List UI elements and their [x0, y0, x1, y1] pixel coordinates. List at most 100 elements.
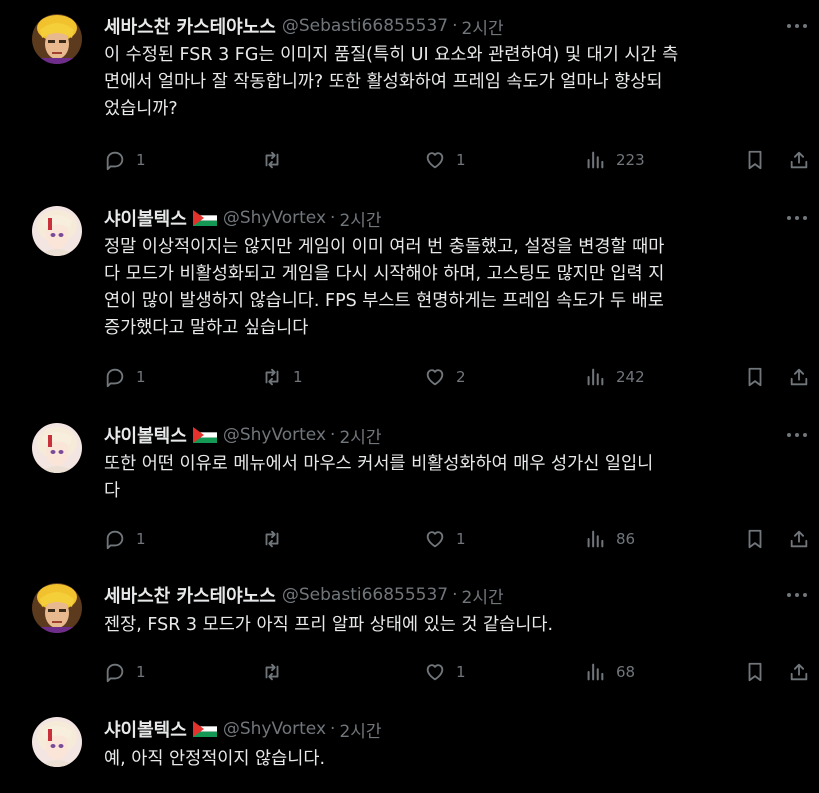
- avatar[interactable]: [32, 206, 82, 256]
- timestamp[interactable]: 2시간: [339, 423, 381, 448]
- tweet-header: 세바스찬 카스테야노스 @Sebasti66855537 · 2시간: [104, 582, 504, 608]
- bookmark-button[interactable]: [744, 365, 766, 389]
- tweet-header: 샤이볼텍스 @ShyVortex · 2시간: [104, 205, 382, 231]
- separator-dot: ·: [452, 585, 458, 605]
- view-count: 86: [616, 530, 636, 548]
- avatar[interactable]: [32, 717, 82, 767]
- share-button[interactable]: [788, 660, 810, 684]
- reply-icon: [106, 151, 124, 171]
- tweet[interactable]: 샤이볼텍스 @ShyVortex · 2시간 예, 아직 안정적이지 않습니다.: [0, 717, 819, 793]
- views-icon: [587, 530, 604, 548]
- timestamp[interactable]: 2시간: [462, 14, 504, 39]
- like-button[interactable]: 1: [424, 660, 466, 684]
- retweet-button[interactable]: 1: [261, 365, 303, 389]
- action-bar: 1 1 68: [104, 660, 809, 684]
- timestamp[interactable]: 2시간: [462, 583, 504, 608]
- views-button[interactable]: 86: [584, 527, 635, 551]
- avatar[interactable]: [32, 14, 82, 64]
- more-options-icon[interactable]: [787, 18, 807, 34]
- display-name[interactable]: 샤이볼텍스: [104, 716, 187, 742]
- reply-icon: [106, 530, 124, 550]
- reply-count: 1: [136, 151, 146, 169]
- views-icon: [587, 368, 604, 386]
- views-icon: [587, 151, 604, 169]
- user-handle[interactable]: @ShyVortex: [223, 719, 326, 739]
- share-button[interactable]: [788, 527, 810, 551]
- reply-button[interactable]: 1: [104, 527, 146, 551]
- tweet-text: 또한 어떤 이유로 메뉴에서 마우스 커서를 비활성화하여 매우 성가신 일입니…: [104, 454, 654, 501]
- bookmark-icon: [748, 529, 762, 549]
- retweet-button[interactable]: [261, 148, 293, 172]
- separator-dot: ·: [330, 425, 336, 445]
- bookmark-button[interactable]: [744, 527, 766, 551]
- retweet-icon: [265, 368, 279, 386]
- tweet-text: 이 수정된 FSR 3 FG는 이미지 품질(특히 UI 요소와 관련하여) 및…: [104, 45, 679, 119]
- reply-button[interactable]: 1: [104, 365, 146, 389]
- timestamp[interactable]: 2시간: [339, 206, 381, 231]
- retweet-button[interactable]: [261, 660, 293, 684]
- heart-icon: [426, 664, 444, 681]
- tweet-header: 샤이볼텍스 @ShyVortex · 2시간: [104, 716, 382, 742]
- action-bar: 1 1 2 242: [104, 365, 809, 389]
- view-count: 68: [616, 663, 636, 681]
- user-handle[interactable]: @ShyVortex: [223, 208, 326, 228]
- tweet-header: 샤이볼텍스 @ShyVortex · 2시간: [104, 422, 382, 448]
- reply-count: 1: [136, 530, 146, 548]
- more-options-icon[interactable]: [787, 427, 807, 443]
- share-icon: [790, 368, 808, 386]
- timestamp[interactable]: 2시간: [339, 717, 381, 742]
- like-count: 1: [456, 530, 466, 548]
- user-handle[interactable]: @ShyVortex: [223, 425, 326, 445]
- more-options-icon[interactable]: [787, 210, 807, 226]
- shyvortex-avatar-icon: [32, 206, 82, 256]
- like-count: 2: [456, 368, 466, 386]
- like-button[interactable]: 2: [424, 365, 466, 389]
- view-count: 223: [616, 151, 645, 169]
- like-button[interactable]: 1: [424, 527, 466, 551]
- tweet[interactable]: 샤이볼텍스 @ShyVortex · 2시간 또한 어떤 이유로 메뉴에서 마우…: [0, 423, 819, 563]
- retweet-button[interactable]: [261, 527, 293, 551]
- bookmark-button[interactable]: [744, 148, 766, 172]
- retweet-icon: [265, 663, 279, 681]
- reply-count: 1: [136, 663, 146, 681]
- tweet[interactable]: 세바스찬 카스테야노스 @Sebasti66855537 · 2시간 젠장, F…: [0, 583, 819, 693]
- like-count: 1: [456, 663, 466, 681]
- like-button[interactable]: 1: [424, 148, 466, 172]
- tweet[interactable]: 샤이볼텍스 @ShyVortex · 2시간 정말 이상적이지는 않지만 게임이…: [0, 206, 819, 406]
- avatar[interactable]: [32, 423, 82, 473]
- display-name[interactable]: 세바스찬 카스테야노스: [104, 13, 276, 39]
- more-options-icon[interactable]: [787, 587, 807, 603]
- reply-count: 1: [136, 368, 146, 386]
- tweet[interactable]: 세바스찬 카스테야노스 @Sebasti66855537 · 2시간 이 수정된…: [0, 14, 819, 194]
- avatar[interactable]: [32, 583, 82, 633]
- tweet-text: 젠장, FSR 3 모드가 아직 프리 알파 상태에 있는 것 같습니다.: [104, 615, 554, 635]
- display-name[interactable]: 샤이볼텍스: [104, 422, 187, 448]
- reply-button[interactable]: 1: [104, 148, 146, 172]
- share-button[interactable]: [788, 148, 810, 172]
- views-button[interactable]: 68: [584, 660, 635, 684]
- share-icon: [790, 663, 808, 681]
- views-button[interactable]: 223: [584, 148, 645, 172]
- palestine-flag-icon: [192, 210, 217, 226]
- user-handle[interactable]: @Sebasti66855537: [282, 16, 448, 36]
- separator-dot: ·: [330, 719, 336, 739]
- action-bar: 1 1 223: [104, 148, 809, 172]
- heart-icon: [426, 152, 444, 169]
- views-icon: [587, 663, 604, 681]
- share-icon: [790, 530, 808, 548]
- share-icon: [790, 151, 808, 169]
- heart-icon: [426, 531, 444, 548]
- user-handle[interactable]: @Sebasti66855537: [282, 585, 448, 605]
- reply-button[interactable]: 1: [104, 660, 146, 684]
- display-name[interactable]: 세바스찬 카스테야노스: [104, 582, 276, 608]
- shyvortex-avatar-icon: [32, 717, 82, 767]
- retweet-icon: [265, 530, 279, 548]
- bookmark-icon: [748, 662, 762, 682]
- views-button[interactable]: 242: [584, 365, 645, 389]
- share-button[interactable]: [788, 365, 810, 389]
- display-name[interactable]: 샤이볼텍스: [104, 205, 187, 231]
- tweet-text: 정말 이상적이지는 않지만 게임이 이미 여러 번 충돌했고, 설정을 변경할 …: [104, 237, 665, 338]
- reply-icon: [106, 663, 124, 683]
- bookmark-icon: [748, 150, 762, 170]
- bookmark-button[interactable]: [744, 660, 766, 684]
